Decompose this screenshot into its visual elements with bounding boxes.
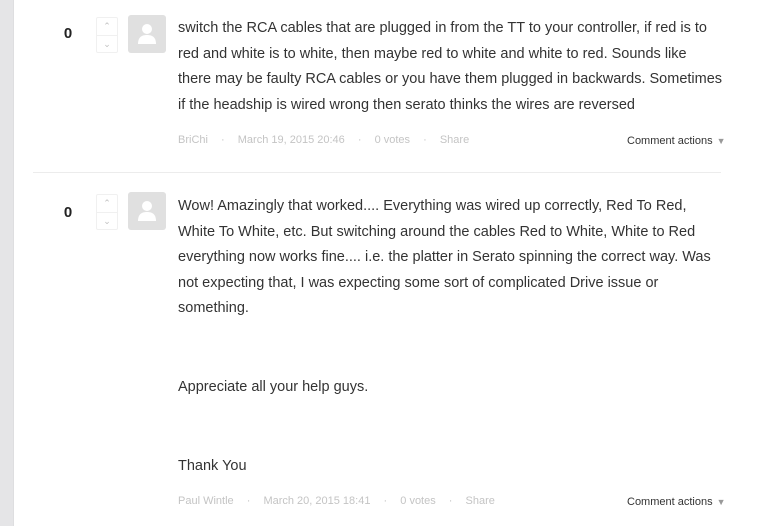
- caret-down-icon: ▼: [716, 136, 726, 146]
- separator: ·: [221, 134, 225, 146]
- separator: ·: [383, 495, 388, 507]
- comment-paragraph: Wow! Amazingly that worked.... Everythin…: [178, 198, 711, 317]
- comment-actions-button[interactable]: Comment actions ▼: [627, 135, 726, 147]
- comment-paragraph: Thank You: [178, 457, 247, 474]
- vote-count: 0: [63, 204, 73, 221]
- vote-count: 0: [63, 25, 73, 42]
- timestamp-link[interactable]: March 20, 2015 18:41: [263, 495, 370, 507]
- vote-up-icon[interactable]: ⌃: [97, 195, 117, 213]
- comment-meta: BriChi · March 19, 2015 20:46 · 0 votes …: [178, 134, 469, 146]
- vote-total: 0 votes: [400, 495, 436, 507]
- comment-paragraph: switch the RCA cables that are plugged i…: [178, 20, 723, 113]
- user-icon: [138, 201, 156, 221]
- vote-down-icon[interactable]: ⌄: [97, 213, 117, 230]
- avatar[interactable]: [128, 15, 166, 53]
- vote-up-icon[interactable]: ⌃: [97, 18, 117, 36]
- left-sidebar-strip: [0, 0, 14, 526]
- vote-controls: ⌃ ⌄: [96, 194, 118, 230]
- share-link[interactable]: Share: [466, 495, 495, 507]
- vote-down-icon[interactable]: ⌄: [97, 36, 117, 53]
- vote-total: 0 votes: [374, 134, 411, 146]
- vote-controls: ⌃ ⌄: [96, 17, 118, 53]
- comment-actions-button[interactable]: Comment actions ▼: [627, 496, 726, 508]
- author-link[interactable]: BriChi: [178, 134, 208, 146]
- user-icon: [138, 24, 156, 44]
- avatar[interactable]: [128, 192, 166, 230]
- comment-paragraph: Appreciate all your help guys.: [178, 378, 369, 395]
- separator: ·: [448, 495, 453, 507]
- comment-actions-label: Comment actions: [627, 496, 713, 508]
- separator: ·: [357, 134, 362, 146]
- comment-actions-label: Comment actions: [627, 135, 713, 147]
- separator: ·: [246, 495, 251, 507]
- share-link[interactable]: Share: [440, 134, 469, 146]
- comment-body: switch the RCA cables that are plugged i…: [178, 16, 723, 118]
- author-link[interactable]: Paul Wintle: [178, 495, 234, 507]
- caret-down-icon: ▼: [716, 497, 726, 507]
- comment-meta: Paul Wintle · March 20, 2015 18:41 · 0 v…: [178, 495, 495, 507]
- timestamp-link[interactable]: March 19, 2015 20:46: [238, 134, 345, 146]
- comment-divider: [33, 172, 721, 173]
- separator: ·: [423, 134, 427, 146]
- comment-body: Wow! Amazingly that worked.... Everythin…: [178, 194, 723, 479]
